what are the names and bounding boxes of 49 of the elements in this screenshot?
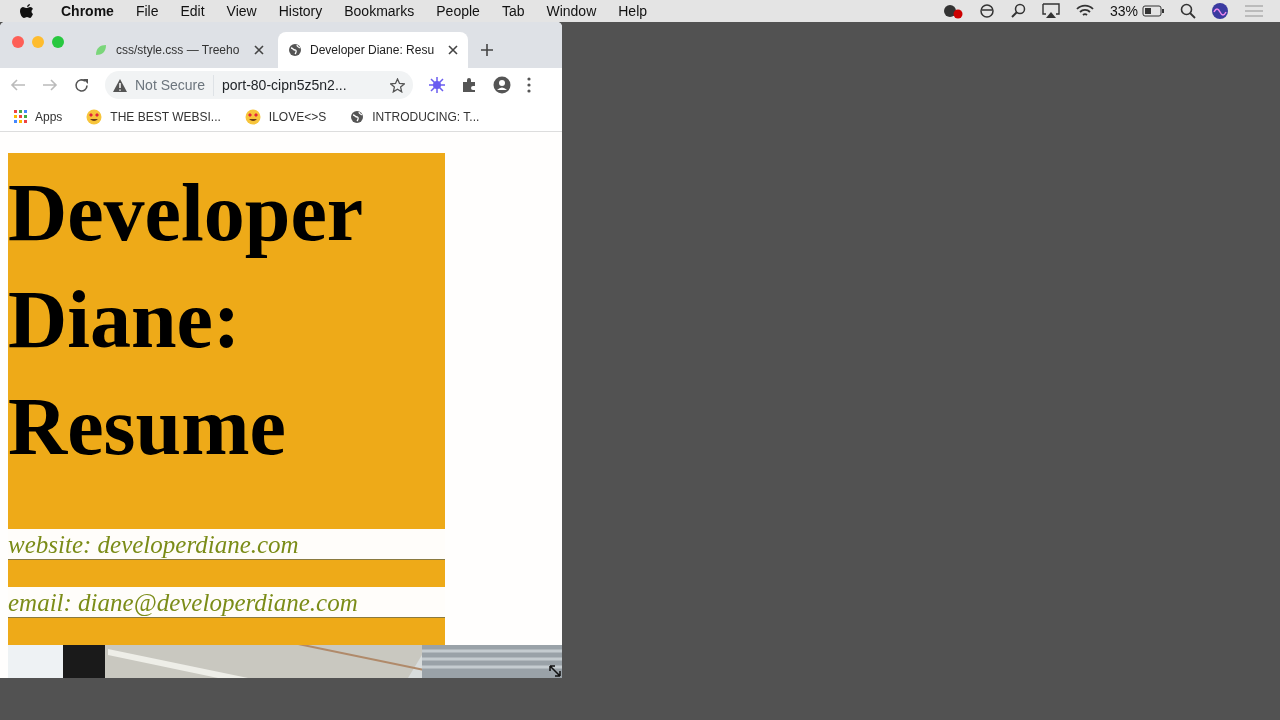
page-heading: Developer Diane: Resume [8, 166, 363, 474]
menu-item[interactable]: History [267, 0, 334, 22]
globe-icon [350, 109, 365, 124]
address-bar[interactable]: Not Secure port-80-cipn5z5n2... [105, 71, 413, 99]
menu-item[interactable]: Bookmarks [333, 0, 426, 22]
warning-icon [113, 78, 127, 92]
url-text: port-80-cipn5z5n2... [222, 75, 347, 95]
wifi-icon[interactable] [1075, 4, 1094, 18]
menu-item[interactable]: People [425, 0, 491, 22]
new-tab-icon[interactable] [480, 43, 494, 57]
resize-icon [548, 664, 562, 678]
tab-title: Developer Diane: Resu [310, 42, 436, 59]
battery-percent: 33% [1109, 1, 1138, 21]
puzzle-icon[interactable] [461, 77, 477, 93]
security-label: Not Secure [135, 74, 215, 96]
sparkle-icon[interactable] [429, 77, 445, 93]
close-icon[interactable] [254, 45, 264, 55]
more-icon[interactable] [527, 77, 531, 93]
app-name-menu[interactable]: Chrome [50, 0, 125, 22]
sync-icon[interactable] [979, 4, 994, 18]
leaf-icon [94, 43, 108, 57]
browser-tab[interactable]: css/style.css — Treeho [84, 32, 274, 68]
menu-item[interactable]: Tab [490, 0, 536, 22]
menu-item[interactable]: File [124, 0, 170, 22]
bookmark-link[interactable]: INTRODUCING: T... [372, 107, 480, 126]
browser-tab[interactable]: Developer Diane: Resu [278, 32, 468, 68]
emoji-icon [86, 108, 103, 125]
menu-item[interactable]: Help [607, 0, 659, 22]
star-icon[interactable] [390, 77, 405, 93]
siri-icon[interactable] [1212, 3, 1228, 19]
bookmark-link[interactable]: ILOVE<>S [268, 107, 327, 126]
emoji-icon [244, 108, 261, 125]
apps-icon [14, 110, 27, 123]
bookmark-link[interactable]: Apps [35, 107, 63, 126]
airplay-icon[interactable] [1041, 3, 1060, 19]
apple-icon [20, 3, 34, 19]
globe-icon [288, 43, 302, 57]
close-icon[interactable] [448, 45, 458, 55]
menu-item[interactable]: Window [535, 0, 608, 22]
search-icon[interactable] [1180, 3, 1196, 19]
magnifier-icon[interactable] [1009, 3, 1026, 19]
cloud-icon[interactable] [941, 3, 964, 19]
battery-icon[interactable] [1142, 5, 1164, 17]
tab-title: css/style.css — Treeho [116, 42, 241, 59]
bookmark-link[interactable]: THE BEST WEBSI... [110, 107, 221, 126]
reload-icon[interactable] [74, 77, 89, 93]
menu-item[interactable]: View [215, 0, 268, 22]
menu-item[interactable]: Edit [169, 0, 216, 22]
profile-icon[interactable] [493, 76, 511, 94]
